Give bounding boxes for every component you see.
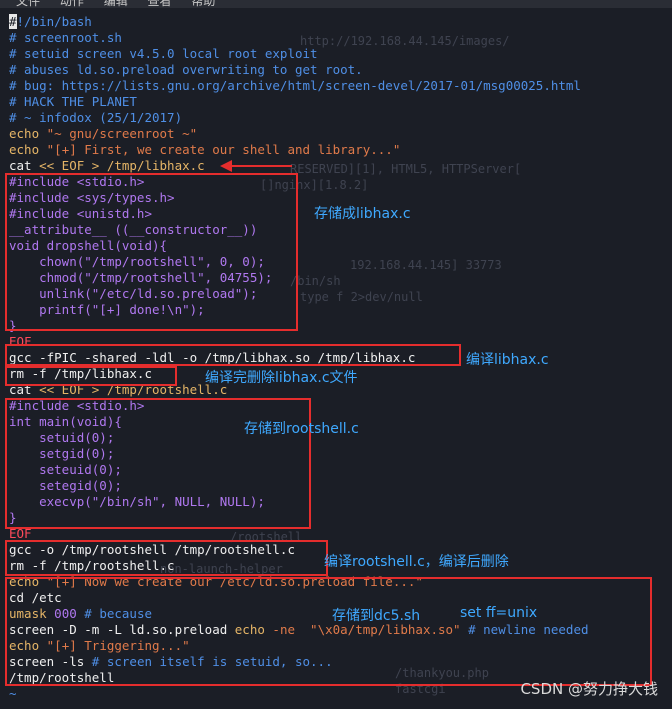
annotation-compile-rootshell: 编译rootshell.c，编译后删除 [324,554,509,570]
annotation-set-ff: set ff=unix [460,605,538,621]
code-line: echo "~ gnu/screenroot ~" [9,126,198,141]
shebang-rest: !/bin/bash [16,14,92,29]
code-line: cat << EOF > /tmp/libhax.c [9,158,205,173]
code-line: echo "[+] First, we create our shell and… [9,142,401,157]
tilde-line: ~ [9,686,17,701]
annotation-save-libhax: 存储成libhax.c [314,206,411,222]
menu-item-help[interactable]: 帮助 [191,0,215,9]
comment-line: # screenroot.sh [9,30,122,45]
comment-line: # setuid screen v4.5.0 local root exploi… [9,46,318,61]
background-text: 192.168.44.145] 33773 [350,258,502,272]
comment-line: # bug: https://lists.gnu.org/archive/htm… [9,78,581,93]
annotation-compile-libhax: 编译libhax.c [466,352,549,368]
text-cursor: # [9,14,17,29]
background-text: http://192.168.44.145/images/ [300,34,510,48]
menu-item-edit[interactable]: 编辑 [104,0,128,9]
comment-line: # abuses ld.so.preload overwriting to ge… [9,62,363,77]
annotation-box-rm1 [5,366,177,386]
menu-item-action[interactable]: 动作 [60,0,84,9]
menu-bar: 文件 动作 编辑 查看 帮助 [0,0,672,8]
annotation-delete-after-compile: 编译完删除libhax.c文件 [205,370,358,386]
arrow-left-icon [220,160,292,172]
background-text: type f 2>dev/null [300,290,423,304]
menu-item-view[interactable]: 查看 [148,0,172,9]
comment-line: # HACK THE PLANET [9,94,137,109]
menu-item-file[interactable]: 文件 [16,0,40,9]
comment-line: # ~ infodox (25/1/2017) [9,110,183,125]
background-text: RESERVED][1], HTML5, HTTPServer[ [290,162,522,176]
code-line: #!/bin/bash [9,14,92,30]
watermark: CSDN @努力挣大钱 [520,680,658,698]
annotation-box-gcc1 [5,344,461,366]
annotation-save-dc5: 存储到dc5.sh [332,608,421,624]
annotation-box-screen-section [5,577,652,686]
annotation-box-gcc2-rm2 [5,540,328,576]
annotation-save-rootshell: 存储到rootshell.c [244,421,359,437]
annotation-box-libhax [5,173,298,331]
